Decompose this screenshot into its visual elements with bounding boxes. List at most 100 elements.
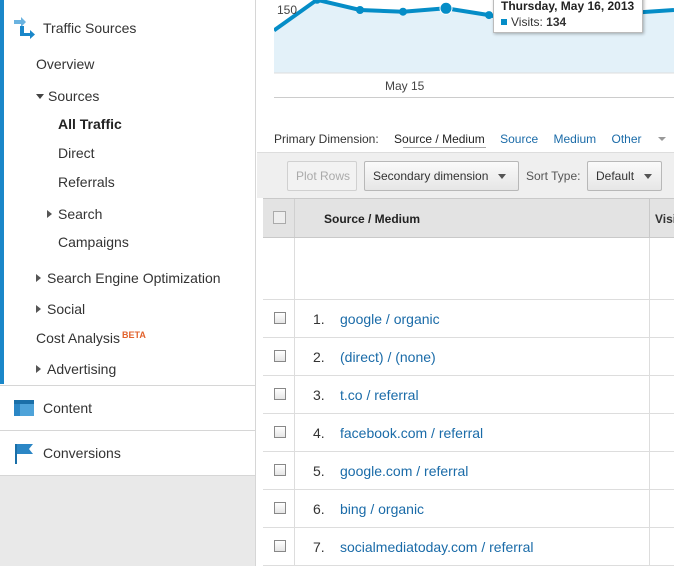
- sidebar-item-advertising[interactable]: Advertising: [36, 361, 116, 377]
- chart-point[interactable]: [356, 6, 364, 14]
- row-checkbox[interactable]: [274, 540, 286, 552]
- secondary-dimension-dropdown[interactable]: Secondary dimension: [364, 161, 519, 191]
- tooltip-value: 134: [546, 15, 567, 29]
- row-checkbox[interactable]: [274, 426, 286, 438]
- table-row: 1. google / organic: [263, 300, 674, 338]
- row-checkbox-cell: [263, 376, 295, 414]
- active-section-bar: [0, 0, 4, 384]
- dimension-other[interactable]: Other: [612, 132, 674, 146]
- source-medium-link[interactable]: google.com / referral: [340, 463, 468, 479]
- sidebar-item-cost-analysis[interactable]: Cost Analysis BETA: [36, 330, 146, 346]
- summary-left-cell: [263, 238, 295, 300]
- row-checkbox-cell: [263, 338, 295, 376]
- x-tick-label: May 15: [385, 79, 425, 93]
- sort-type-dropdown[interactable]: Default: [587, 161, 662, 191]
- sidebar-item-label: Advertising: [47, 361, 117, 377]
- divider: [0, 475, 255, 476]
- table-row: 3. t.co / referral: [263, 376, 674, 414]
- row-checkbox-cell: [263, 452, 295, 490]
- chevron-down-icon: [657, 137, 666, 141]
- secondary-dimension-label: Secondary dimension: [373, 169, 489, 183]
- chart-point[interactable]: [399, 7, 407, 16]
- column-divider: [649, 528, 650, 566]
- source-medium-link[interactable]: (direct) / (none): [340, 349, 436, 365]
- sidebar-section-traffic-sources[interactable]: Traffic Sources: [0, 6, 255, 50]
- sort-type-label: Sort Type:: [526, 169, 581, 183]
- collapsed-triangle-icon: [36, 365, 41, 373]
- row-checkbox[interactable]: [274, 350, 286, 362]
- table-header: Source / Medium Visi: [263, 198, 674, 238]
- dimension-medium[interactable]: Medium: [553, 132, 596, 146]
- column-header-source-medium[interactable]: Source / Medium: [324, 212, 420, 226]
- row-checkbox-cell: [263, 300, 295, 338]
- series-color-swatch: [501, 19, 507, 25]
- row-checkbox[interactable]: [274, 388, 286, 400]
- beta-badge: BETA: [122, 330, 146, 340]
- sidebar-empty-area: [0, 476, 255, 566]
- chart-axis-line: [274, 97, 674, 98]
- row-number: 3.: [313, 387, 325, 403]
- tooltip-visits: Visits: 134: [501, 15, 635, 29]
- table-row: 4. facebook.com / referral: [263, 414, 674, 452]
- primary-dimension-label: Primary Dimension:: [274, 132, 379, 146]
- tooltip-date: Thursday, May 16, 2013: [501, 0, 635, 13]
- table-row: 2. (direct) / (none): [263, 338, 674, 376]
- sidebar-item-social[interactable]: Social: [36, 301, 85, 317]
- source-medium-link[interactable]: facebook.com / referral: [340, 425, 483, 441]
- y-tick-label: 150: [277, 3, 297, 17]
- table-row: 6. bing / organic: [263, 490, 674, 528]
- sidebar-item-sources[interactable]: Sources: [36, 88, 99, 104]
- sidebar-item-seo[interactable]: Search Engine Optimization: [36, 270, 221, 286]
- source-medium-link[interactable]: google / organic: [340, 311, 440, 327]
- dimension-other-label: Other: [611, 132, 642, 146]
- row-checkbox-cell: [263, 528, 295, 566]
- sidebar-item-label: Social: [47, 301, 86, 317]
- sidebar-section-label: Conversions: [43, 445, 121, 461]
- dimension-source[interactable]: Source: [500, 132, 538, 146]
- sidebar-section-conversions[interactable]: Conversions: [0, 431, 255, 475]
- row-checkbox[interactable]: [274, 312, 286, 324]
- content-icon: [12, 397, 36, 419]
- column-divider: [649, 452, 650, 490]
- row-checkbox-cell: [263, 490, 295, 528]
- column-header-visits[interactable]: Visi: [649, 199, 674, 237]
- selected-underline: [403, 147, 486, 148]
- sort-type-value: Default: [596, 169, 635, 183]
- select-all-checkbox[interactable]: [273, 211, 286, 224]
- chart-point[interactable]: [439, 1, 453, 15]
- plot-rows-button[interactable]: Plot Rows: [287, 161, 357, 191]
- row-checkbox[interactable]: [274, 502, 286, 514]
- sidebar-item-direct[interactable]: Direct: [58, 145, 95, 161]
- sidebar-item-label: Search: [58, 206, 103, 222]
- row-number: 1.: [313, 311, 325, 327]
- chevron-down-icon: [498, 173, 507, 179]
- flag-icon: [12, 442, 36, 464]
- column-divider: [649, 338, 650, 376]
- column-divider: [649, 490, 650, 528]
- collapsed-triangle-icon: [36, 305, 41, 313]
- row-number: 2.: [313, 349, 325, 365]
- sidebar-item-all-traffic[interactable]: All Traffic: [58, 116, 122, 132]
- sidebar-item-campaigns[interactable]: Campaigns: [58, 234, 129, 250]
- chevron-down-icon: [644, 173, 653, 179]
- source-medium-link[interactable]: t.co / referral: [340, 387, 419, 403]
- visits-chart: 150 May 15 Thursday, May 16, 2013 Visits:…: [272, 0, 674, 98]
- sidebar-section-content[interactable]: Content: [0, 386, 255, 430]
- sidebar-item-search[interactable]: Search: [47, 206, 102, 222]
- header-checkbox-cell: [263, 199, 295, 237]
- row-checkbox[interactable]: [274, 464, 286, 476]
- sidebar-item-overview[interactable]: Overview: [36, 56, 94, 72]
- sidebar-item-label: Sources: [48, 88, 100, 104]
- row-number: 7.: [313, 539, 325, 555]
- dimension-source-medium[interactable]: Source / Medium: [394, 132, 485, 146]
- chart-point[interactable]: [485, 11, 493, 20]
- row-checkbox-cell: [263, 414, 295, 452]
- table-row: 5. google.com / referral: [263, 452, 674, 490]
- row-number: 5.: [313, 463, 325, 479]
- source-medium-link[interactable]: bing / organic: [340, 501, 424, 517]
- sidebar-item-referrals[interactable]: Referrals: [58, 174, 115, 190]
- source-medium-link[interactable]: socialmediatoday.com / referral: [340, 539, 533, 555]
- summary-row: [263, 238, 674, 300]
- data-table: Source / Medium Visi 1. google / organic 2…: [263, 198, 674, 566]
- table-row: 7. socialmediatoday.com / referral: [263, 528, 674, 566]
